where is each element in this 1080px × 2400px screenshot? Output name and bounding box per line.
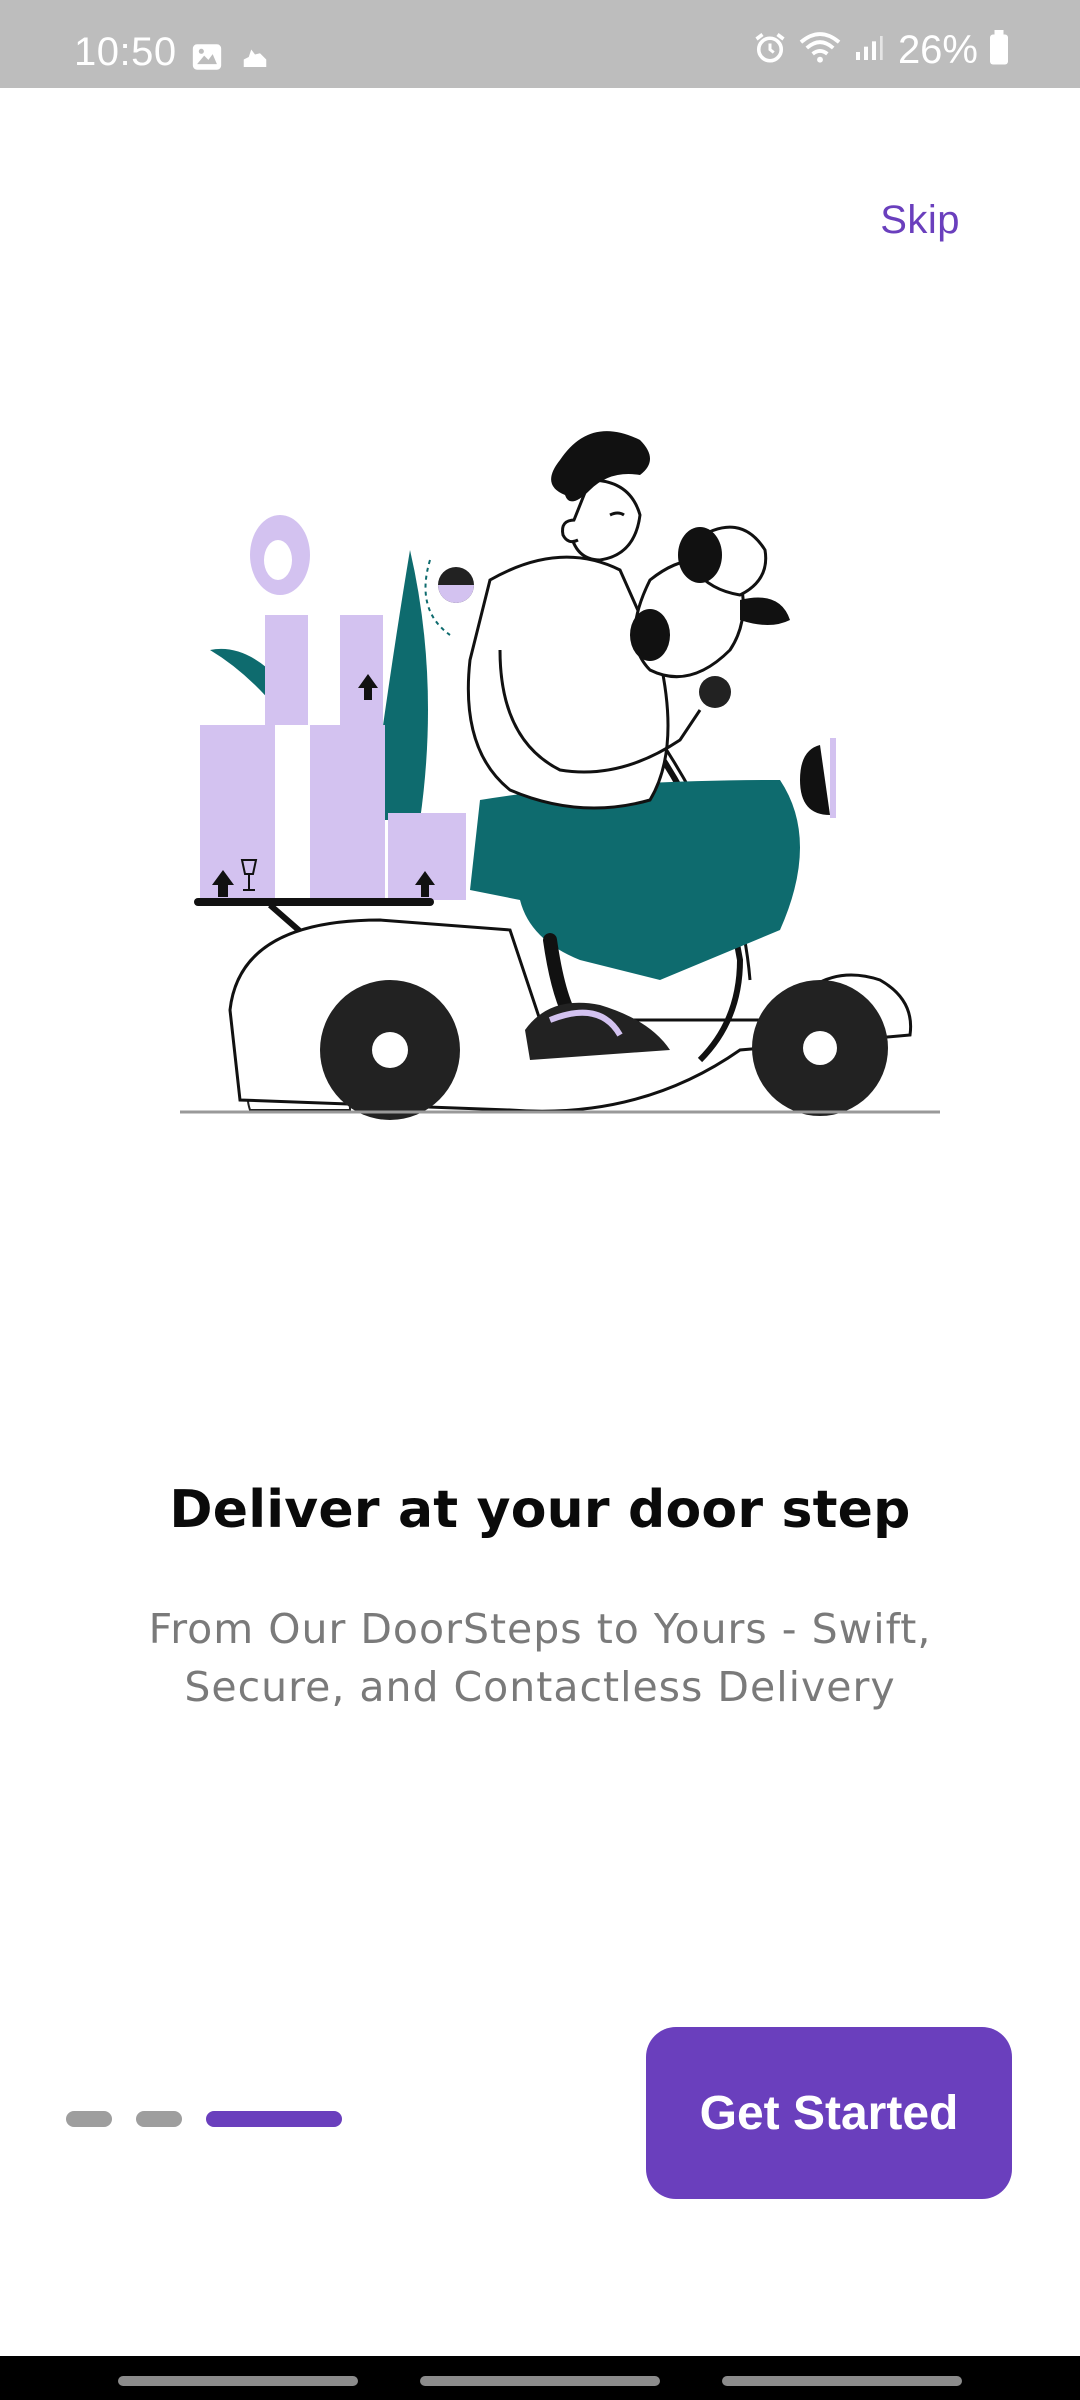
alarm-icon xyxy=(752,30,788,70)
get-started-button[interactable]: Get Started xyxy=(646,2027,1012,2199)
status-left-icons xyxy=(190,40,270,78)
status-time: 10:50 xyxy=(74,30,177,74)
wifi-icon xyxy=(798,30,842,70)
nav-home-handle[interactable] xyxy=(420,2376,660,2386)
subtitle-line-2: Secure, and Contactless Delivery xyxy=(184,1663,896,1711)
notification-icon xyxy=(240,42,270,76)
image-icon xyxy=(190,40,224,78)
onboarding-subtitle: From Our DoorSteps to Yours - Swift, Sec… xyxy=(110,1600,970,1716)
page-indicator xyxy=(66,2111,342,2127)
system-navigation-bar xyxy=(0,2356,1080,2400)
subtitle-line-1: From Our DoorSteps to Yours - Swift, xyxy=(148,1605,932,1653)
status-right-icons: 26% xyxy=(752,30,1010,70)
nav-back-handle[interactable] xyxy=(722,2376,962,2386)
page-dot-3-active[interactable] xyxy=(206,2111,342,2127)
page-dot-2[interactable] xyxy=(136,2111,182,2127)
battery-percent: 26% xyxy=(897,28,978,72)
status-bar: 10:50 26% xyxy=(0,0,1080,88)
onboarding-title: Deliver at your door step xyxy=(169,1480,911,1540)
skip-link[interactable]: Skip xyxy=(880,198,960,243)
nav-recents-handle[interactable] xyxy=(118,2376,358,2386)
page-dot-1[interactable] xyxy=(66,2111,112,2127)
signal-icon xyxy=(852,31,884,69)
delivery-illustration xyxy=(180,420,940,1140)
battery-icon xyxy=(988,30,1010,70)
